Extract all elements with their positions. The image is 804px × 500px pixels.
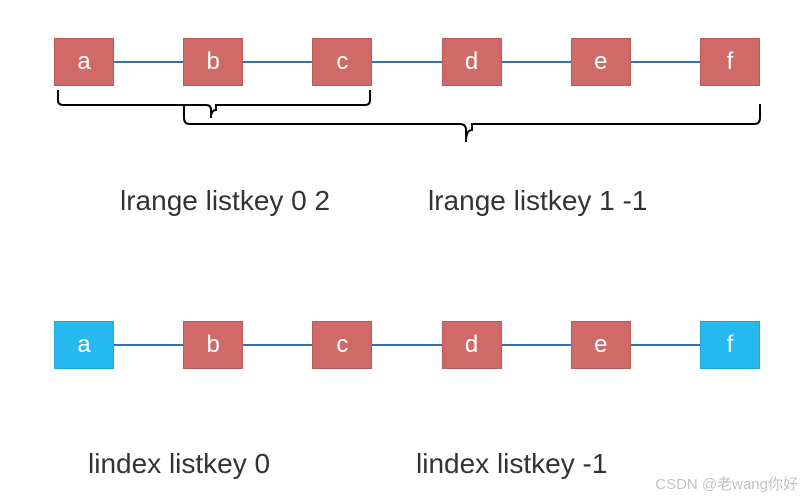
list-link [243,344,312,346]
node-label: c [336,331,348,359]
list-node: b [183,38,243,86]
cmd-lindex-left: lindex listkey 0 [88,448,270,480]
brace-0-2 [54,88,374,124]
list-node: b [183,321,243,369]
watermark: CSDN @老wang你好 [655,473,798,494]
node-label: e [594,48,607,76]
list-link [631,61,700,63]
list-link [114,344,183,346]
list-link [114,61,183,63]
list-row-1: a b c d e f [54,38,760,86]
node-label: a [77,331,90,359]
list-node: e [571,38,631,86]
list-link [372,61,441,63]
node-label: d [465,48,478,76]
node-label: c [336,48,348,76]
node-label: b [207,48,220,76]
list-row-2: a b c d e f [54,321,760,369]
node-label: f [727,331,734,359]
cmd-lrange-left: lrange listkey 0 2 [120,185,330,217]
node-label: d [465,331,478,359]
cmd-lrange-right: lrange listkey 1 -1 [428,185,647,217]
list-link [502,344,571,346]
list-node: c [312,38,372,86]
list-node: d [442,321,502,369]
list-link [243,61,312,63]
list-link [631,344,700,346]
list-node: a [54,321,114,369]
list-node: f [700,321,760,369]
list-node: d [442,38,502,86]
list-node: f [700,38,760,86]
node-label: b [207,331,220,359]
brace-1-5 [180,102,764,148]
list-link [502,61,571,63]
node-label: e [594,331,607,359]
node-label: f [727,48,734,76]
node-label: a [77,48,90,76]
list-link [372,344,441,346]
list-node: a [54,38,114,86]
cmd-lindex-right: lindex listkey -1 [416,448,607,480]
list-node: c [312,321,372,369]
list-node: e [571,321,631,369]
